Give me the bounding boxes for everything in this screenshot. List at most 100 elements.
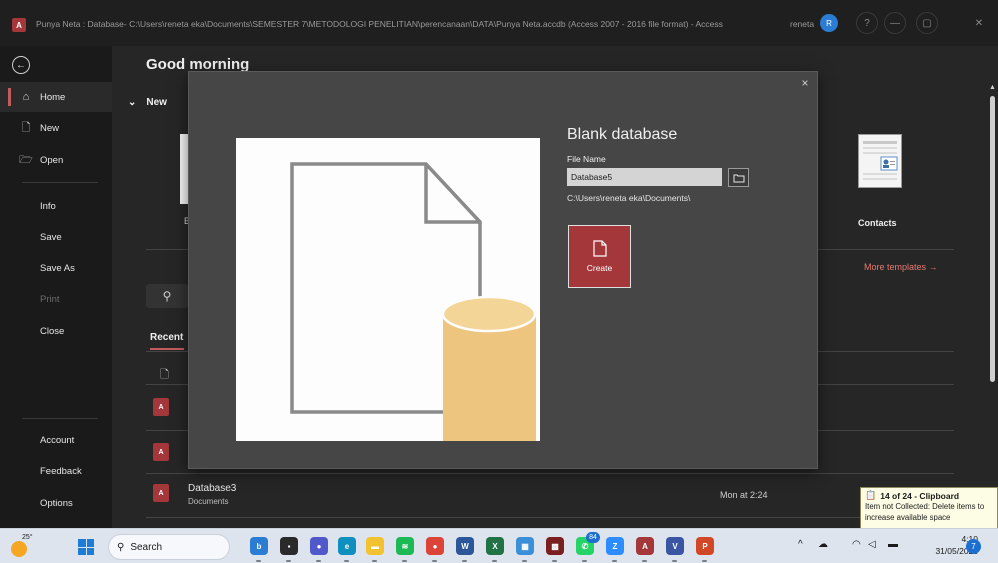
clipboard-icon: 📋 [865, 490, 877, 500]
running-indicator [612, 560, 617, 562]
notification-badge[interactable]: 7 [966, 539, 981, 554]
wifi-icon[interactable]: ◠ [852, 539, 861, 550]
create-button-label: Create [586, 263, 613, 273]
restore-button[interactable]: ▢ [916, 12, 938, 34]
powerpoint-icon[interactable]: P [696, 537, 714, 555]
access-icon[interactable]: A [636, 537, 654, 555]
sidebar-item-label: Close [40, 325, 65, 337]
clipboard-message: Item not Collected: Delete items to incr… [865, 502, 985, 522]
battery-icon[interactable]: ▬ [888, 539, 898, 550]
sidebar-item-info[interactable]: Info [0, 191, 112, 221]
sidebar-divider [22, 182, 98, 183]
access-file-icon: A [153, 398, 169, 416]
sidebar-item-save-as[interactable]: Save As [0, 253, 112, 283]
running-indicator [672, 560, 677, 562]
search-icon: ⚲ [117, 541, 125, 553]
sidebar-item-print[interactable]: Print [0, 284, 112, 314]
user-name[interactable]: reneta [790, 19, 814, 29]
contacts-template-label: Contacts [858, 218, 897, 228]
visio-icon[interactable]: V [666, 537, 684, 555]
running-indicator [256, 560, 261, 562]
file-name-input[interactable] [567, 168, 722, 186]
store-icon[interactable]: ▦ [516, 537, 534, 555]
tab-recent[interactable]: Recent [150, 332, 183, 343]
access-file-icon: A [153, 484, 169, 502]
blank-database-preview [236, 138, 540, 441]
running-indicator [522, 560, 527, 562]
sidebar-item-label: New [40, 122, 60, 134]
recent-file-location: Documents [188, 497, 229, 506]
dialog-title: Blank database [567, 126, 678, 143]
title-bar: A Punya Neta : Database- C:\Users\reneta… [0, 0, 998, 46]
folder-open-icon: 🗁 [19, 153, 33, 166]
file-name-label: File Name [567, 154, 606, 164]
sun-icon [11, 541, 27, 557]
taskbar-search-label: Search [130, 541, 163, 553]
dialog-close-button[interactable]: × [798, 76, 812, 90]
running-indicator [702, 560, 707, 562]
help-button[interactable]: ? [856, 12, 878, 34]
recent-file-date: Mon at 2:24 [720, 490, 768, 500]
folder-icon [733, 174, 744, 182]
sidebar-item-new[interactable]: 🗋 New [0, 113, 112, 143]
sidebar-item-feedback[interactable]: Feedback [0, 456, 112, 486]
running-indicator [642, 560, 647, 562]
windows-start-icon[interactable] [78, 539, 94, 555]
window-close-button[interactable]: ✕ [968, 12, 990, 34]
chrome-icon[interactable]: ● [426, 537, 444, 555]
user-avatar[interactable]: R [820, 14, 838, 32]
tray-chevron-icon[interactable]: ^ [798, 539, 803, 550]
save-location-path: C:\Users\reneta eka\Documents\ [567, 193, 691, 203]
more-templates-link[interactable]: More templates → [864, 262, 938, 272]
excel-icon[interactable]: X [486, 537, 504, 555]
scrollbar-thumb[interactable] [990, 96, 995, 382]
sidebar-item-label: Feedback [40, 465, 82, 477]
sidebar-item-save[interactable]: Save [0, 222, 112, 252]
blank-database-dialog: × Blank database File Name C:\Users\rene… [188, 71, 818, 469]
file-explorer-icon[interactable]: ▬ [366, 537, 384, 555]
app-red-icon[interactable]: ▩ [546, 537, 564, 555]
spotify-icon[interactable]: ≋ [396, 537, 414, 555]
contacts-template-thumbnail[interactable] [858, 134, 902, 188]
running-indicator [316, 560, 321, 562]
chat-icon[interactable]: ● [310, 537, 328, 555]
sidebar-item-account[interactable]: Account [0, 425, 112, 455]
edge-icon[interactable]: e [338, 537, 356, 555]
weather-temperature: 25° [22, 534, 33, 541]
backstage-sidebar: ← ⌂ Home 🗋 New 🗁 Open Info Save Save As … [0, 46, 112, 528]
sidebar-item-label: Open [40, 154, 64, 166]
weather-widget[interactable]: 25° [8, 534, 33, 558]
sidebar-item-close[interactable]: Close [0, 316, 112, 346]
running-indicator [492, 560, 497, 562]
new-file-icon: 🗋 [21, 121, 31, 134]
create-button[interactable]: Create [568, 225, 631, 288]
sidebar-item-label: Home [40, 91, 66, 103]
bing-chat-icon[interactable]: b [250, 537, 268, 555]
minimize-button[interactable]: — [884, 12, 906, 34]
browse-folder-button[interactable] [728, 168, 749, 187]
taskbar-search[interactable]: ⚲ Search [108, 534, 230, 560]
list-divider [146, 473, 954, 474]
cloud-icon[interactable]: ☁ [818, 539, 828, 550]
scroll-up-arrow-icon[interactable]: ▲ [989, 84, 996, 91]
sidebar-item-label: Save As [40, 262, 75, 274]
zoom-icon[interactable]: Z [606, 537, 624, 555]
sidebar-item-options[interactable]: Options [0, 488, 112, 518]
new-section-heading[interactable]: ⌄ New [128, 94, 177, 108]
sidebar-item-label: Account [40, 434, 75, 446]
speaker-icon[interactable]: ◁ [868, 539, 876, 550]
contacts-template-icon [863, 141, 898, 180]
taskbar: 25° ⚲ Search b ▪ ● e ▬ ≋ ● W X ▦ ▩ ✆ 84 Z A V P ^ ☁ ◠ ◁ … [0, 528, 998, 563]
task-view-icon[interactable]: ▪ [280, 537, 298, 555]
word-icon[interactable]: W [456, 537, 474, 555]
back-arrow-icon[interactable]: ← [12, 56, 30, 74]
sidebar-item-label: Save [40, 231, 62, 243]
sidebar-item-home[interactable]: ⌂ Home [0, 82, 112, 112]
clipboard-notification[interactable]: 📋 14 of 24 - Clipboard Item not Collecte… [860, 487, 998, 529]
new-heading-label: New [146, 97, 167, 108]
search-icon[interactable]: ⚲ [146, 284, 188, 308]
access-file-icon: A [153, 443, 169, 461]
sidebar-item-open[interactable]: 🗁 Open [0, 145, 112, 175]
running-indicator [372, 560, 377, 562]
recent-file-name: Database3 [188, 483, 237, 494]
